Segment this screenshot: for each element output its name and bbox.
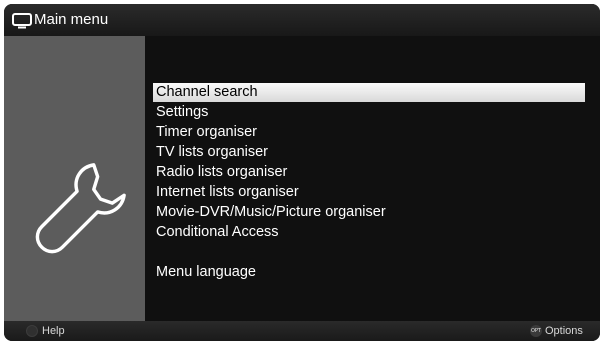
menu-item-conditional-access[interactable]: Conditional Access bbox=[153, 223, 585, 242]
main-menu-screen: Main menu Channel search Settings Timer … bbox=[4, 4, 600, 341]
tv-icon bbox=[12, 13, 32, 29]
menu-item-internet-lists-organiser[interactable]: Internet lists organiser bbox=[153, 183, 585, 202]
help-button-icon[interactable] bbox=[26, 325, 38, 337]
page-title: Main menu bbox=[34, 11, 109, 28]
sidebar-panel bbox=[4, 36, 145, 321]
menu-item-menu-language[interactable]: Menu language bbox=[153, 263, 585, 282]
footer-bar: Help OPT Options bbox=[4, 321, 600, 341]
menu-item-settings[interactable]: Settings bbox=[153, 103, 585, 122]
menu-item-channel-search[interactable]: Channel search bbox=[153, 83, 585, 102]
help-label[interactable]: Help bbox=[42, 324, 65, 338]
wrench-icon bbox=[35, 163, 126, 254]
options-label[interactable]: Options bbox=[545, 324, 583, 338]
menu-list: Channel search Settings Timer organiser … bbox=[145, 36, 600, 321]
menu-item-radio-lists-organiser[interactable]: Radio lists organiser bbox=[153, 163, 585, 182]
menu-item-tv-lists-organiser[interactable]: TV lists organiser bbox=[153, 143, 585, 162]
title-bar: Main menu bbox=[4, 4, 600, 36]
menu-item-timer-organiser[interactable]: Timer organiser bbox=[153, 123, 585, 142]
menu-item-movie-dvr-music-picture-organiser[interactable]: Movie-DVR/Music/Picture organiser bbox=[153, 203, 585, 222]
options-button-icon[interactable]: OPT bbox=[530, 325, 542, 337]
